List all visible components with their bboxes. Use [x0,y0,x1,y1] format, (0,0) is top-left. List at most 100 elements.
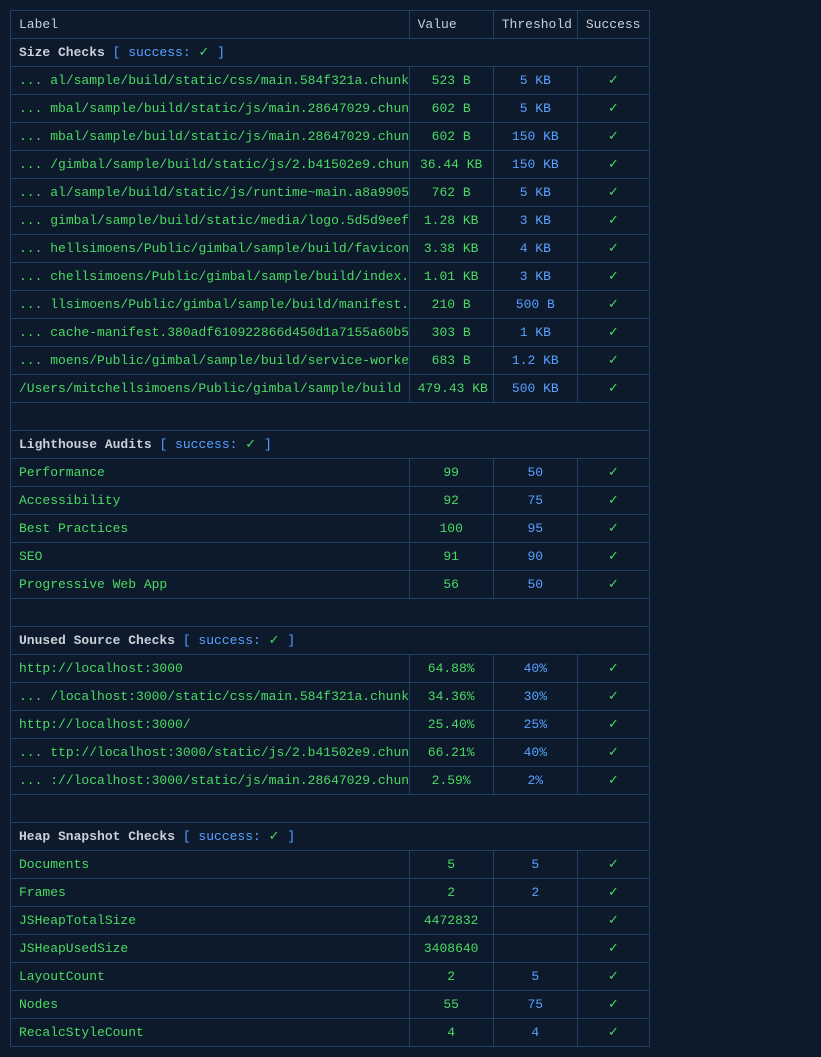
row-value: 5 [409,851,493,879]
section-status-suffix: ] [209,45,225,60]
row-threshold: 4 [493,1019,577,1047]
table-row: ... cache-manifest.380adf610922866d450d1… [11,319,650,347]
row-label-text: Performance [19,465,105,480]
check-icon: ✓ [198,45,209,60]
row-label: Performance [11,459,410,487]
row-threshold: 25% [493,711,577,739]
row-threshold: 5 KB [493,179,577,207]
section-title: Size Checks [19,45,113,60]
row-label-text: /gimbal/sample/build/static/js/2.b41502e… [50,157,409,172]
section-title: Heap Snapshot Checks [19,829,183,844]
row-value: 2.59% [409,767,493,795]
row-label: ... hellsimoens/Public/gimbal/sample/bui… [11,235,410,263]
row-label: LayoutCount [11,963,410,991]
row-success: ✓ [577,207,649,235]
spacer-cell [11,599,650,627]
header-success: Success [577,11,649,39]
row-success: ✓ [577,683,649,711]
row-threshold: 5 [493,963,577,991]
ellipsis-icon: ... [19,745,50,760]
row-value: 25.40% [409,711,493,739]
section-title: Unused Source Checks [19,633,183,648]
row-label: JSHeapUsedSize [11,935,410,963]
section-status-prefix: [ success: [113,45,199,60]
table-row: http://localhost:300064.88%40%✓ [11,655,650,683]
row-label-text: llsimoens/Public/gimbal/sample/build/man… [50,297,409,312]
row-threshold: 30% [493,683,577,711]
row-label-text: ://localhost:3000/static/js/main.2864702… [50,773,409,788]
row-value: 523 B [409,67,493,95]
row-threshold [493,907,577,935]
row-success: ✓ [577,179,649,207]
row-threshold: 75 [493,487,577,515]
table-row: RecalcStyleCount44✓ [11,1019,650,1047]
row-label: JSHeapTotalSize [11,907,410,935]
report-table: Label Value Threshold Success Size Check… [10,10,650,1047]
row-threshold: 3 KB [493,207,577,235]
row-label-text: RecalcStyleCount [19,1025,144,1040]
table-row: Progressive Web App5650✓ [11,571,650,599]
row-value: 2 [409,879,493,907]
row-success: ✓ [577,151,649,179]
section-header: Heap Snapshot Checks [ success: ✓ ] [11,823,650,851]
row-threshold: 1 KB [493,319,577,347]
row-threshold: 40% [493,739,577,767]
row-threshold: 500 KB [493,375,577,403]
row-value: 2 [409,963,493,991]
spacer-cell [11,403,650,431]
row-label-text: JSHeapUsedSize [19,941,128,956]
row-label-text: Best Practices [19,521,128,536]
row-label: ... llsimoens/Public/gimbal/sample/build… [11,291,410,319]
check-icon: ✓ [245,437,256,452]
ellipsis-icon: ... [19,101,50,116]
row-value: 1.28 KB [409,207,493,235]
row-label-text: http://localhost:3000 [19,661,183,676]
row-label-text: ttp://localhost:3000/static/js/2.b41502e… [50,745,409,760]
row-value: 762 B [409,179,493,207]
table-row: Best Practices10095✓ [11,515,650,543]
row-label: ... moens/Public/gimbal/sample/build/ser… [11,347,410,375]
row-threshold: 1.2 KB [493,347,577,375]
table-row: SEO9190✓ [11,543,650,571]
row-threshold: 150 KB [493,151,577,179]
spacer-cell [11,795,650,823]
section-header-row: Lighthouse Audits [ success: ✓ ] [11,431,650,459]
row-label-text: al/sample/build/static/css/main.584f321a… [50,73,409,88]
row-value: 55 [409,991,493,1019]
row-label-text: chellsimoens/Public/gimbal/sample/build/… [50,269,409,284]
row-success: ✓ [577,879,649,907]
row-threshold: 2 [493,879,577,907]
row-label: Accessibility [11,487,410,515]
row-value: 64.88% [409,655,493,683]
row-label-text: mbal/sample/build/static/js/main.2864702… [50,129,409,144]
row-success: ✓ [577,487,649,515]
row-value: 92 [409,487,493,515]
row-threshold: 50 [493,459,577,487]
row-success: ✓ [577,95,649,123]
ellipsis-icon: ... [19,129,50,144]
table-row: Accessibility9275✓ [11,487,650,515]
row-threshold: 95 [493,515,577,543]
row-threshold: 90 [493,543,577,571]
row-success: ✓ [577,907,649,935]
row-label-text: /Users/mitchellsimoens/Public/gimbal/sam… [19,381,401,396]
row-label-text: Nodes [19,997,58,1012]
row-threshold: 4 KB [493,235,577,263]
row-label: RecalcStyleCount [11,1019,410,1047]
row-value: 602 B [409,123,493,151]
table-row: ... al/sample/build/static/js/runtime~ma… [11,179,650,207]
ellipsis-icon: ... [19,325,50,340]
row-threshold [493,935,577,963]
row-success: ✓ [577,235,649,263]
section-status-prefix: [ success: [183,633,269,648]
table-row: ... /gimbal/sample/build/static/js/2.b41… [11,151,650,179]
row-label: SEO [11,543,410,571]
row-label-text: moens/Public/gimbal/sample/build/service… [50,353,409,368]
header-threshold: Threshold [493,11,577,39]
row-value: 3.38 KB [409,235,493,263]
row-success: ✓ [577,767,649,795]
header-label: Label [11,11,410,39]
table-row: /Users/mitchellsimoens/Public/gimbal/sam… [11,375,650,403]
ellipsis-icon: ... [19,157,50,172]
row-threshold: 50 [493,571,577,599]
